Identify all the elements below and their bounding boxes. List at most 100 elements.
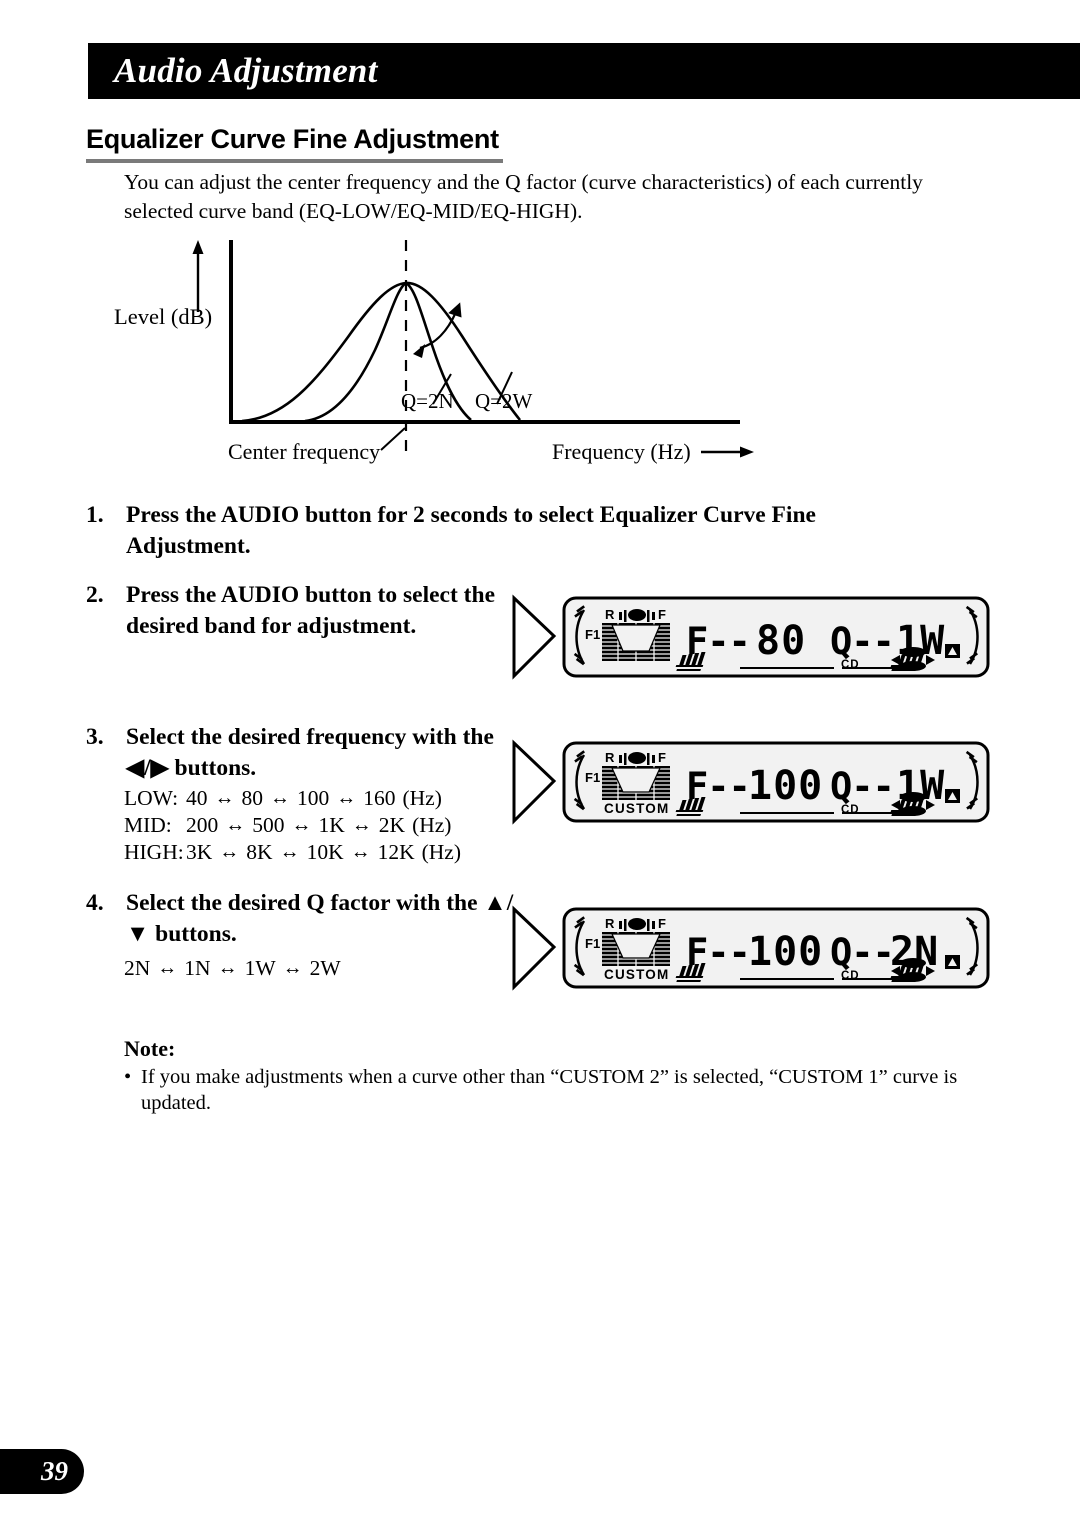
note-body: • If you make adjustments when a curve o… <box>124 1064 984 1116</box>
left-right-arrow-icon: ↔ <box>336 787 357 809</box>
step-1-number: 1. <box>86 502 104 528</box>
page-title: Audio Adjustment <box>114 51 378 90</box>
frequency-low-unit: (Hz) <box>402 786 442 810</box>
frequency-high-v2: 8K <box>246 840 273 864</box>
frequency-row-high-label: HIGH: <box>124 840 184 864</box>
lcd-preset-label: F1 <box>585 627 600 642</box>
frequency-low-v2: 80 <box>241 786 264 810</box>
frequency-low-v3: 100 <box>297 786 330 810</box>
arrow-right-icon <box>512 594 557 680</box>
display-step4: F1 R F CUSTOM F-- 100 Q-- 2N CD <box>508 903 992 1003</box>
frequency-mid-v2: 500 <box>252 813 285 837</box>
left-right-arrow-icon: ↔ <box>225 814 246 836</box>
step-1-text: Press the AUDIO button for 2 seconds to … <box>126 502 816 559</box>
left-right-arrow-icon: ↔ <box>214 787 235 809</box>
lcd-frequency-value: 80 <box>756 618 806 664</box>
lcd-speaker-rear-label: R <box>605 607 615 622</box>
triangle-indicator-icon <box>945 644 960 658</box>
step-1: 1. Press the AUDIO button for 2 seconds … <box>86 500 916 562</box>
display-step3: F1 R F CUSTOM F-- 100 Q-- 1W CD <box>508 737 992 837</box>
arrow-right-icon <box>512 739 557 825</box>
frequency-low-v4: 160 <box>363 786 396 810</box>
lcd-q-field: Q-- <box>830 620 894 663</box>
frequency-high-unit: (Hz) <box>421 840 462 864</box>
step-4-number: 4. <box>86 890 104 916</box>
page-number-tab: 39 <box>0 1449 84 1494</box>
frequency-options-list: LOW: 40 ↔ 80 ↔ 100 ↔ 160 (Hz) MID: 200 ↔… <box>124 785 461 866</box>
page-header-bar: Audio Adjustment <box>88 43 1080 99</box>
lcd-custom-label: CUSTOM <box>604 801 669 816</box>
section-heading: Equalizer Curve Fine Adjustment <box>86 124 503 163</box>
display-step2: F1 R F F-- 80 Q-- 1W CD <box>508 592 992 692</box>
q-factor-v3: 1W <box>244 956 276 980</box>
frequency-mid-unit: (Hz) <box>412 813 452 837</box>
bullet-icon: • <box>124 1066 132 1088</box>
lcd-speaker-rear-label: R <box>605 916 615 931</box>
lcd-media-label: CD <box>841 659 860 671</box>
page-number: 39 <box>41 1456 68 1486</box>
center-frequency-label: Center frequency <box>228 439 380 464</box>
frequency-row-mid: MID: 200 ↔ 500 ↔ 1K ↔ 2K (Hz) <box>124 812 461 839</box>
lcd-eq-graphic <box>602 623 670 661</box>
step-2-number: 2. <box>86 582 104 608</box>
left-right-arrow-icon: ↔ <box>350 841 371 863</box>
step-4: 4. Select the desired Q factor with the … <box>86 888 516 950</box>
step-3: 3. Select the desired frequency with the… <box>86 722 516 784</box>
frequency-high-v1: 3K <box>186 840 213 864</box>
frequency-row-low: LOW: 40 ↔ 80 ↔ 100 ↔ 160 (Hz) <box>124 785 461 812</box>
lcd-speaker-front-label: F <box>658 607 666 622</box>
lcd-custom-label: CUSTOM <box>604 967 669 982</box>
eq-curve-diagram: Level (dB) Q=2N Q=2W Center frequency Fr… <box>100 232 800 477</box>
curve-label-wide: Q=2W <box>475 389 533 413</box>
step-3-text: Select the desired frequency with the ◀/… <box>126 724 494 781</box>
lcd-preset-label: F1 <box>585 770 600 785</box>
lcd-speaker-front-label: F <box>658 750 666 765</box>
frequency-mid-v3: 1K <box>318 813 345 837</box>
step-2-text: Press the AUDIO button to select the des… <box>126 582 496 639</box>
frequency-row-low-label: LOW: <box>124 786 179 810</box>
frequency-row-high: HIGH: 3K ↔ 8K ↔ 10K ↔ 12K (Hz) <box>124 839 461 866</box>
lcd-speaker-front-label: F <box>658 916 666 931</box>
left-right-arrow-icon: ↔ <box>291 814 312 836</box>
left-right-arrow-icon: ↔ <box>157 957 178 979</box>
curve-label-narrow: Q=2N <box>401 389 454 413</box>
q-factor-v1: 2N <box>124 956 151 980</box>
step-3-number: 3. <box>86 724 104 750</box>
left-right-arrow-icon: ↔ <box>351 814 372 836</box>
step-2: 2. Press the AUDIO button to select the … <box>86 580 516 642</box>
lcd-q-field: Q-- <box>830 931 894 974</box>
frequency-mid-v4: 2K <box>378 813 406 837</box>
left-right-arrow-icon: ↔ <box>217 957 238 979</box>
note-title: Note: <box>124 1036 176 1061</box>
lcd-eq-graphic <box>602 932 670 966</box>
triangle-indicator-icon <box>945 789 960 803</box>
lcd-media-label: CD <box>841 804 860 816</box>
left-right-arrow-icon: ↔ <box>282 957 303 979</box>
y-axis-label: Level (dB) <box>114 304 212 329</box>
arrow-right-icon <box>512 905 557 991</box>
left-right-arrow-icon: ↔ <box>219 841 240 863</box>
lcd-eq-graphic <box>602 766 670 800</box>
intro-paragraph: You can adjust the center frequency and … <box>124 170 923 223</box>
lcd-media-label: CD <box>841 970 860 982</box>
lcd-frequency-value: 100 <box>748 929 823 975</box>
left-right-arrow-icon: ↔ <box>279 841 300 863</box>
q-factor-v4: 2W <box>309 956 341 980</box>
frequency-high-v4: 12K <box>377 840 415 864</box>
frequency-mid-v1: 200 <box>186 813 219 837</box>
x-axis-label: Frequency (Hz) <box>552 439 691 464</box>
step-4-text: Select the desired Q factor with the ▲/▼… <box>126 890 514 947</box>
frequency-row-mid-label: MID: <box>124 813 172 837</box>
q-factor-options-list: 2N ↔ 1N ↔ 1W ↔ 2W <box>124 955 341 982</box>
left-right-arrow-icon: ↔ <box>270 787 290 809</box>
q-factor-row: 2N ↔ 1N ↔ 1W ↔ 2W <box>124 955 341 982</box>
note-text: If you make adjustments when a curve oth… <box>141 1066 958 1114</box>
lcd-frequency-value: 100 <box>748 763 823 809</box>
q-factor-v2: 1N <box>184 956 211 980</box>
lcd-speaker-rear-label: R <box>605 750 615 765</box>
frequency-high-v3: 10K <box>306 840 344 864</box>
lcd-q-field: Q-- <box>830 765 894 808</box>
lcd-preset-label: F1 <box>585 936 600 951</box>
triangle-indicator-icon <box>945 955 960 969</box>
frequency-low-v1: 40 <box>186 786 208 810</box>
